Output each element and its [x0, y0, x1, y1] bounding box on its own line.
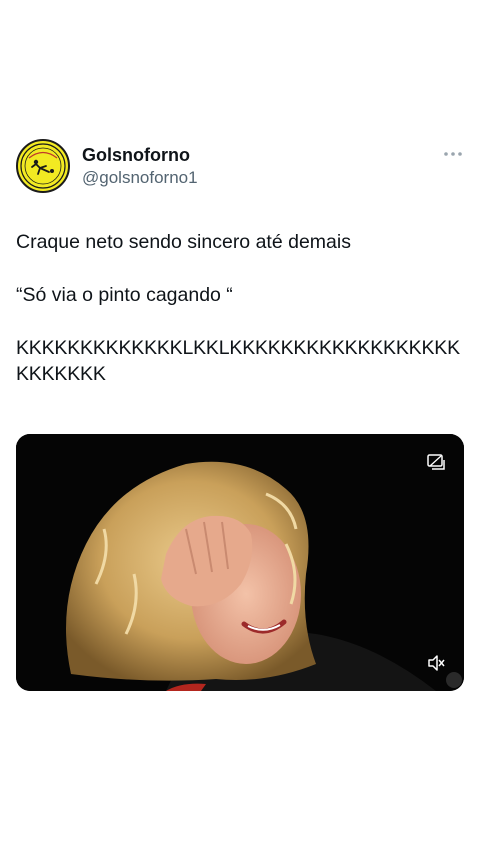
- tweet-text-line: “Só via o pinto cagando “: [16, 284, 233, 306]
- tweet-video[interactable]: [16, 434, 464, 691]
- tweet-text-line: Craque neto sendo sincero até demais: [16, 231, 351, 253]
- tweet-text: Craque neto sendo sincero até demais “Só…: [16, 229, 462, 414]
- tweet-card: Golsnoforno @golsnoforno1 Craque neto se…: [0, 0, 480, 854]
- picture-in-picture-icon[interactable]: [426, 452, 446, 472]
- avatar-logo: [20, 143, 66, 189]
- video-frame: [16, 434, 464, 691]
- ellipsis-icon[interactable]: [441, 146, 465, 162]
- speaker-muted-icon[interactable]: [426, 653, 446, 673]
- avatar[interactable]: [16, 139, 70, 193]
- tweet-text-line: KKKKKKKKKKKKKLKKLKKKKKKKKKKKKKKKKKKKKKKK…: [16, 337, 460, 385]
- author-handle[interactable]: @golsnoforno1: [82, 168, 198, 188]
- author-display-name[interactable]: Golsnoforno: [82, 145, 190, 166]
